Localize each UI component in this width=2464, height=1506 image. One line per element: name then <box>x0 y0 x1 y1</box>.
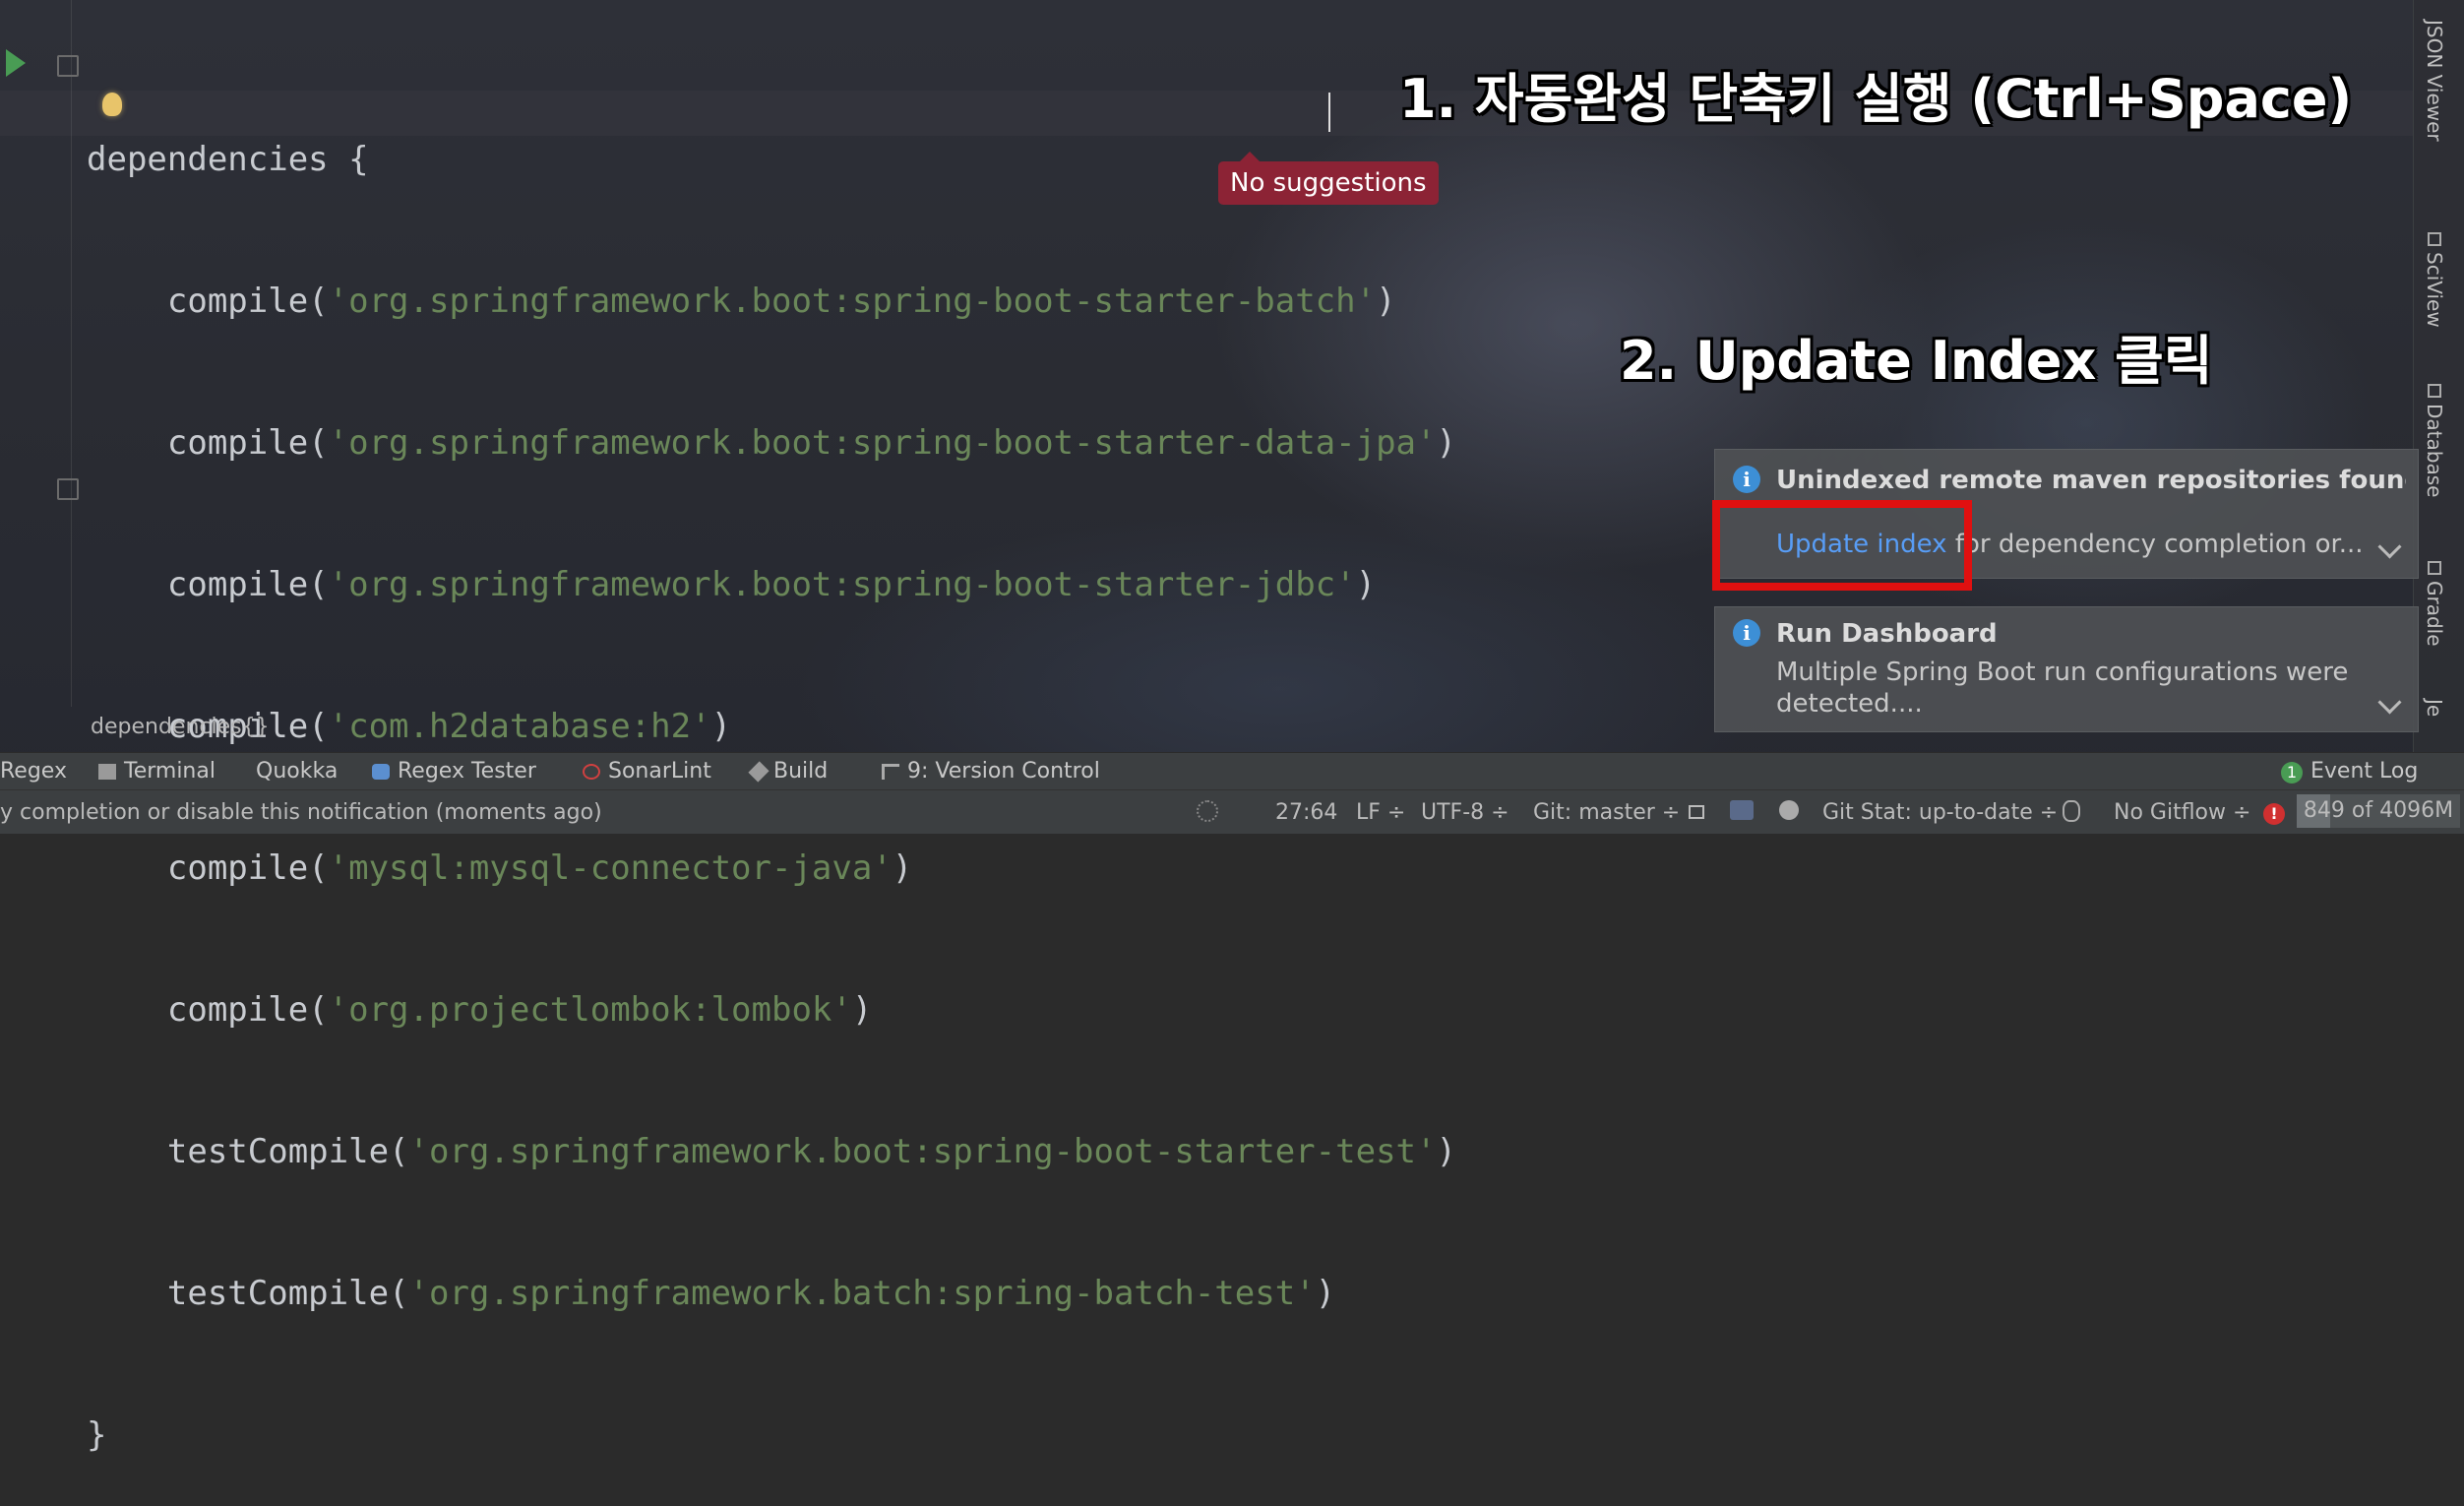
tool-version-control[interactable]: 9: Version Control <box>882 759 1100 784</box>
breadcrumb[interactable]: dependencies{} <box>91 715 270 739</box>
gitflow-status[interactable]: No Gitflow ÷ <box>2114 800 2250 825</box>
text-cursor <box>1328 93 1330 132</box>
background-tasks-icon[interactable] <box>1197 800 1224 824</box>
notification-title: Unindexed remote maven repositories foun… <box>1776 466 2406 495</box>
line-separator[interactable]: LF ÷ <box>1356 800 1405 825</box>
tab-json-viewer[interactable]: JSON Viewer <box>2423 20 2446 142</box>
annotation-step-1: 1. 자동완성 단축키 실행 (Ctrl+Space) <box>1399 68 2353 130</box>
gitflow-icon[interactable] <box>2063 800 2080 828</box>
code-line: testCompile('org.springframework.batch:s… <box>87 1274 1336 1313</box>
tool-build[interactable]: Build <box>748 759 828 784</box>
gradle-icon <box>2428 561 2441 575</box>
regex-tester-icon <box>372 764 390 780</box>
no-suggestions-tooltip: No suggestions <box>1218 152 1439 205</box>
tab-gradle[interactable]: Gradle <box>2423 561 2446 647</box>
tool-terminal[interactable]: Terminal <box>98 759 216 784</box>
status-bar: y completion or disable this notificatio… <box>0 789 2464 834</box>
event-log-button[interactable]: 1 Event Log <box>2281 759 2418 784</box>
sciview-icon <box>2428 232 2441 246</box>
tab-sciview[interactable]: SciView <box>2423 232 2446 328</box>
info-icon: i <box>1733 466 1760 493</box>
tool-window-bar: Regex Terminal Quokka Regex Tester Sonar… <box>0 752 2464 790</box>
fold-open-icon[interactable] <box>57 55 79 77</box>
chevron-down-icon[interactable] <box>2377 690 2402 715</box>
code-line: compile('org.springframework.boot:spring… <box>87 423 1456 463</box>
terminal-icon <box>98 764 116 780</box>
chevron-down-icon[interactable] <box>2377 534 2402 559</box>
git-status-icon[interactable] <box>1779 800 1799 826</box>
git-branch[interactable]: Git: master ÷ <box>1533 800 1680 825</box>
annotation-step-2: 2. Update Index 클릭 <box>1620 330 2213 392</box>
notification-run-dashboard[interactable]: i Run Dashboard Multiple Spring Boot run… <box>1714 606 2419 732</box>
tab-je[interactable]: Je <box>2423 699 2446 717</box>
event-count-badge: 1 <box>2281 762 2303 784</box>
fold-close-icon[interactable] <box>57 478 79 500</box>
code-line: } <box>87 1415 107 1455</box>
notification-body: Multiple Spring Boot run configurations … <box>1776 658 2349 719</box>
tab-database[interactable]: Database <box>2423 384 2446 497</box>
code-line: compile('org.springframework.boot:spring… <box>87 565 1377 604</box>
status-message[interactable]: y completion or disable this notificatio… <box>0 800 602 825</box>
update-icon[interactable] <box>1730 800 1754 826</box>
memory-indicator[interactable]: 849 of 4096M <box>2297 794 2460 828</box>
caret-position[interactable]: 27:64 <box>1275 800 1337 825</box>
run-gutter-icon[interactable] <box>6 49 26 77</box>
code-line: compile('org.springframework.boot:spring… <box>87 282 1396 321</box>
code-line: compile('com.h2database:h2') <box>87 707 732 746</box>
git-stat[interactable]: Git Stat: up-to-date ÷ <box>1822 800 2058 825</box>
tool-sonarlint[interactable]: SonarLint <box>583 759 711 784</box>
editor-gutter[interactable] <box>0 0 72 707</box>
tool-regex[interactable]: Regex <box>0 759 67 784</box>
lock-icon[interactable] <box>1689 800 1704 825</box>
hammer-icon <box>748 761 770 783</box>
database-icon <box>2428 384 2441 398</box>
highlight-box <box>1712 500 1972 591</box>
tool-regex-tester[interactable]: Regex Tester <box>372 759 536 784</box>
code-line: compile('mysql:mysql-connector-java') <box>87 848 913 888</box>
vcs-icon <box>882 764 899 780</box>
code-line: testCompile('org.springframework.boot:sp… <box>87 1132 1456 1171</box>
code-line: compile('org.projectlombok:lombok') <box>87 990 873 1030</box>
error-icon[interactable]: ! <box>2263 800 2285 825</box>
file-encoding[interactable]: UTF-8 ÷ <box>1421 800 1509 825</box>
info-icon: i <box>1733 619 1760 647</box>
sonarlint-icon <box>583 764 600 780</box>
tool-quokka[interactable]: Quokka <box>256 759 338 784</box>
notification-title: Run Dashboard <box>1776 619 1998 649</box>
